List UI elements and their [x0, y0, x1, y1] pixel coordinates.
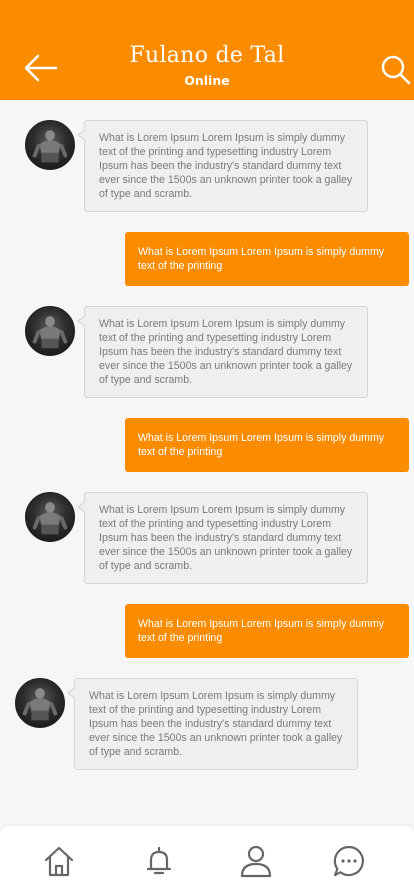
avatar: [25, 120, 75, 170]
nav-notifications-button[interactable]: [141, 843, 177, 879]
avatar: [15, 678, 65, 728]
nav-home-button[interactable]: [41, 843, 77, 879]
app-header: Fulano de Tal Online: [0, 0, 414, 100]
bell-icon: [146, 846, 172, 875]
nav-profile-button[interactable]: [238, 843, 274, 879]
search-button[interactable]: [380, 54, 412, 86]
avatar-image: [32, 502, 68, 535]
avatar-image: [22, 688, 58, 721]
user-icon: [240, 845, 272, 878]
search-icon: [381, 55, 411, 85]
avatar-image: [32, 130, 68, 163]
chat-icon: [333, 845, 364, 877]
avatar: [25, 306, 75, 356]
message-incoming: What is Lorem Ipsum Lorem Ipsum is simpl…: [67, 678, 358, 770]
message-outgoing: What is Lorem Ipsum Lorem Ipsum is simpl…: [125, 232, 409, 286]
avatar-image: [32, 316, 68, 349]
message-outgoing: What is Lorem Ipsum Lorem Ipsum is simpl…: [125, 604, 409, 658]
nav-chat-button[interactable]: [331, 843, 367, 879]
message-incoming: What is Lorem Ipsum Lorem Ipsum is simpl…: [77, 120, 368, 212]
message-outgoing: What is Lorem Ipsum Lorem Ipsum is simpl…: [125, 418, 409, 472]
contact-name: Fulano de Tal: [129, 43, 285, 68]
avatar: [25, 492, 75, 542]
message-incoming: What is Lorem Ipsum Lorem Ipsum is simpl…: [77, 306, 368, 398]
home-icon: [44, 846, 74, 877]
bottom-nav: [0, 826, 414, 896]
message-incoming: What is Lorem Ipsum Lorem Ipsum is simpl…: [77, 492, 368, 584]
contact-status: Online: [184, 73, 230, 88]
